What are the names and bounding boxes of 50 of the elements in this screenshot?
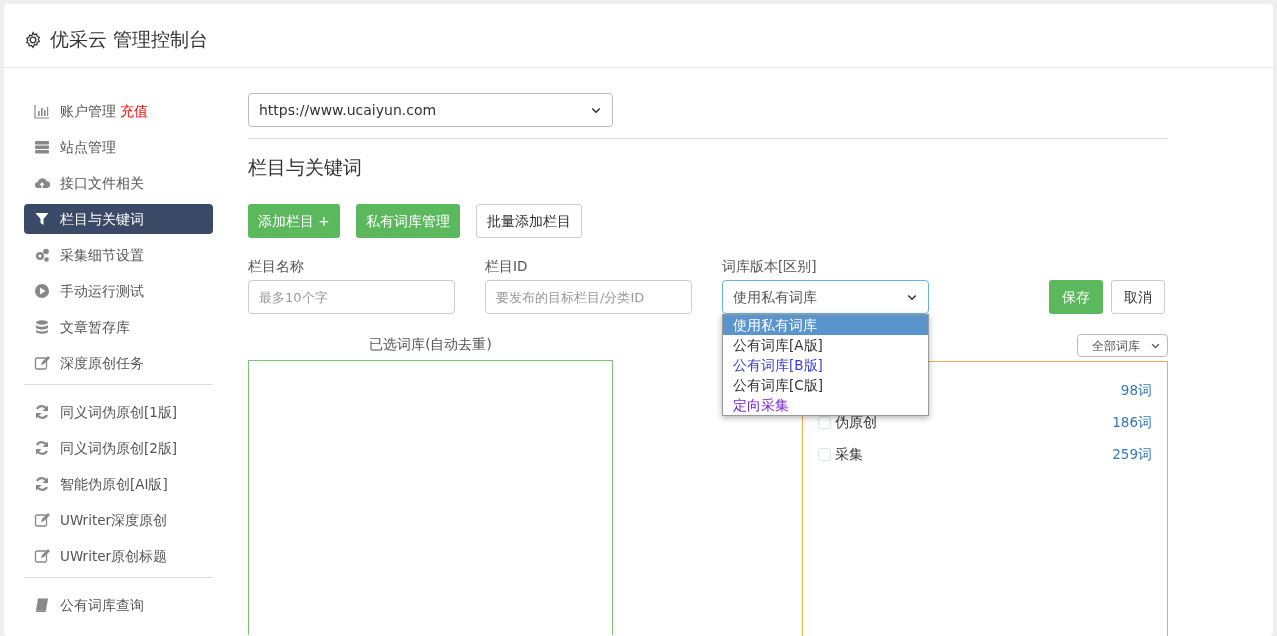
book-icon [34,597,50,614]
edit-icon [34,548,50,565]
toolbar-button[interactable]: 批量添加栏目 [475,203,582,238]
panel-title: 已选词库(自动去重) [368,335,493,354]
word-count: 98词 [1120,380,1152,400]
settings-icon [24,30,42,49]
input-field[interactable]: 要发布的目标栏目/分类ID [485,280,692,314]
dropdown-option[interactable]: 公有词库[A版] [723,335,928,355]
sidebar-item[interactable]: 公有词库查询 [24,590,213,621]
database-icon [34,319,50,336]
play-icon [34,283,50,300]
sidebar-item[interactable]: 同义词伪原创[2版] [24,433,213,464]
edit-icon [34,512,50,529]
input-field[interactable]: 最多10个字 [248,280,455,314]
refresh-icon [34,476,50,493]
sidebar-item[interactable]: UWriter原创标题 [24,541,213,572]
sidebar-item[interactable]: 同义词伪原创[1版] [24,397,213,428]
field-label: 栏目名称 [248,256,305,276]
field-label: 词库版本[区别] [722,256,818,276]
cancel-button[interactable]: 取消 [1111,280,1165,314]
filter-icon [34,211,50,228]
bar-chart-icon [34,103,50,120]
sidebar-item[interactable]: 账户管理 充值 [24,96,213,127]
field-label: 栏目ID [485,256,529,276]
server-icon [34,139,50,156]
refresh-icon [34,440,50,457]
sidebar-item[interactable]: 手动运行测试 [24,276,213,307]
version-select[interactable]: 使用私有词库 [722,280,929,314]
sidebar-item[interactable]: UWriter深度原创 [24,505,213,536]
sidebar-item[interactable]: 站点管理 [24,132,213,163]
sidebar-item[interactable]: 栏目与关键词 [24,204,213,235]
sidebar-item[interactable]: 采集细节设置 [24,240,213,271]
window-title: 优采云 管理控制台 [50,27,209,53]
dropdown-option[interactable]: 公有词库[C版] [723,375,928,395]
sidebar-item[interactable]: 深度原创任务 [24,348,213,379]
checkbox[interactable] [818,447,831,461]
word-count: 186词 [1112,412,1152,432]
library-name: 采集 [835,444,863,464]
site-select[interactable]: https://www.ucaiyun.com [248,93,613,128]
sidebar-item[interactable]: 智能伪原创[AI版] [24,469,213,500]
section-title: 栏目与关键词 [248,155,363,181]
word-count: 259词 [1112,444,1152,464]
refresh-icon [34,404,50,421]
sidebar-item[interactable]: 接口文件相关 [24,168,213,199]
dropdown-option[interactable]: 公有词库[B版] [723,355,928,375]
sidebar-item[interactable]: 文章暂存库 [24,312,213,343]
edit-icon [34,355,50,372]
library-name: 伪原创 [835,412,877,432]
dropdown-option[interactable]: 定向采集 [723,395,928,415]
library-filter-select[interactable]: 全部词库 [1077,334,1168,357]
